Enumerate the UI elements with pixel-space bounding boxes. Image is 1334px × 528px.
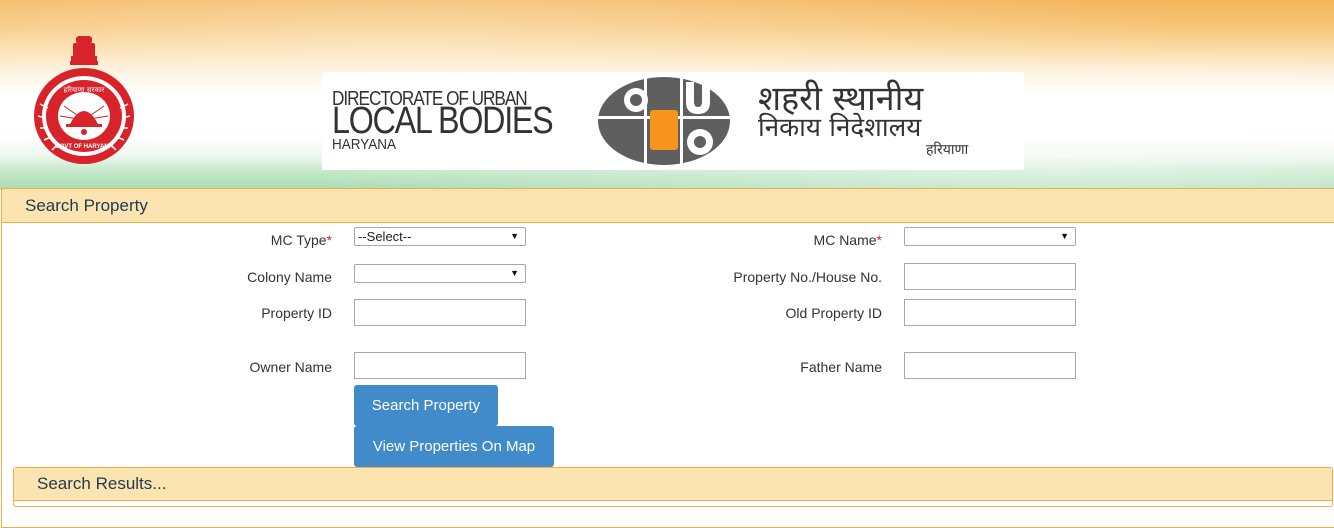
old-property-id-label: Old Property ID [785,305,882,321]
father-name-input[interactable] [904,352,1076,379]
search-property-button[interactable]: Search Property [354,385,498,426]
property-no-label: Property No./House No. [733,269,882,285]
colony-name-select[interactable]: ▼ [354,264,526,283]
svg-text:हरियाणा सरकार: हरियाणा सरकार [63,85,104,94]
old-property-id-input[interactable] [904,299,1076,326]
emblem-caption: GOVT OF HARYANA [55,144,114,150]
org-name-en-line3: HARYANA [332,136,397,153]
chevron-down-icon: ▼ [510,268,519,278]
mc-name-select[interactable]: ▼ [904,227,1076,246]
search-property-heading: Search Property [2,189,1334,223]
org-name-hi-line3: हरियाणा [926,142,969,158]
haryana-emblem-logo: हरियाणा सरकार GOVT OF HARYANA [34,36,134,164]
property-id-label: Property ID [261,305,332,321]
colony-name-label: Colony Name [247,269,332,285]
chevron-down-icon: ▼ [510,231,519,241]
org-name-hi-line2: निकाय निदेशालय [758,113,922,143]
org-name-en-line2: LOCAL BODIES [332,100,554,142]
search-results-heading: Search Results... [14,468,1332,501]
mc-type-selected-value: --Select-- [358,229,412,244]
org-name-hi-line1: शहरी स्थानीय [758,79,924,119]
mc-type-label: MC Type* [240,232,332,248]
mc-name-label-text: MC Name [813,232,877,248]
father-name-label: Father Name [800,359,882,375]
chevron-down-icon: ▼ [1060,231,1069,241]
view-properties-on-map-button[interactable]: View Properties On Map [354,426,554,467]
required-asterisk: * [876,232,882,248]
mc-name-label: MC Name* [760,232,882,248]
owner-name-input[interactable] [354,352,526,379]
property-no-input[interactable] [904,263,1076,290]
required-asterisk: * [326,232,332,248]
owner-name-label: Owner Name [249,359,332,375]
mc-type-select[interactable]: --Select-- ▼ [354,227,526,246]
dulb-logo [596,76,732,166]
search-results-panel: Search Results... [13,467,1333,507]
property-id-input[interactable] [354,299,526,326]
mc-type-label-text: MC Type [270,232,327,248]
